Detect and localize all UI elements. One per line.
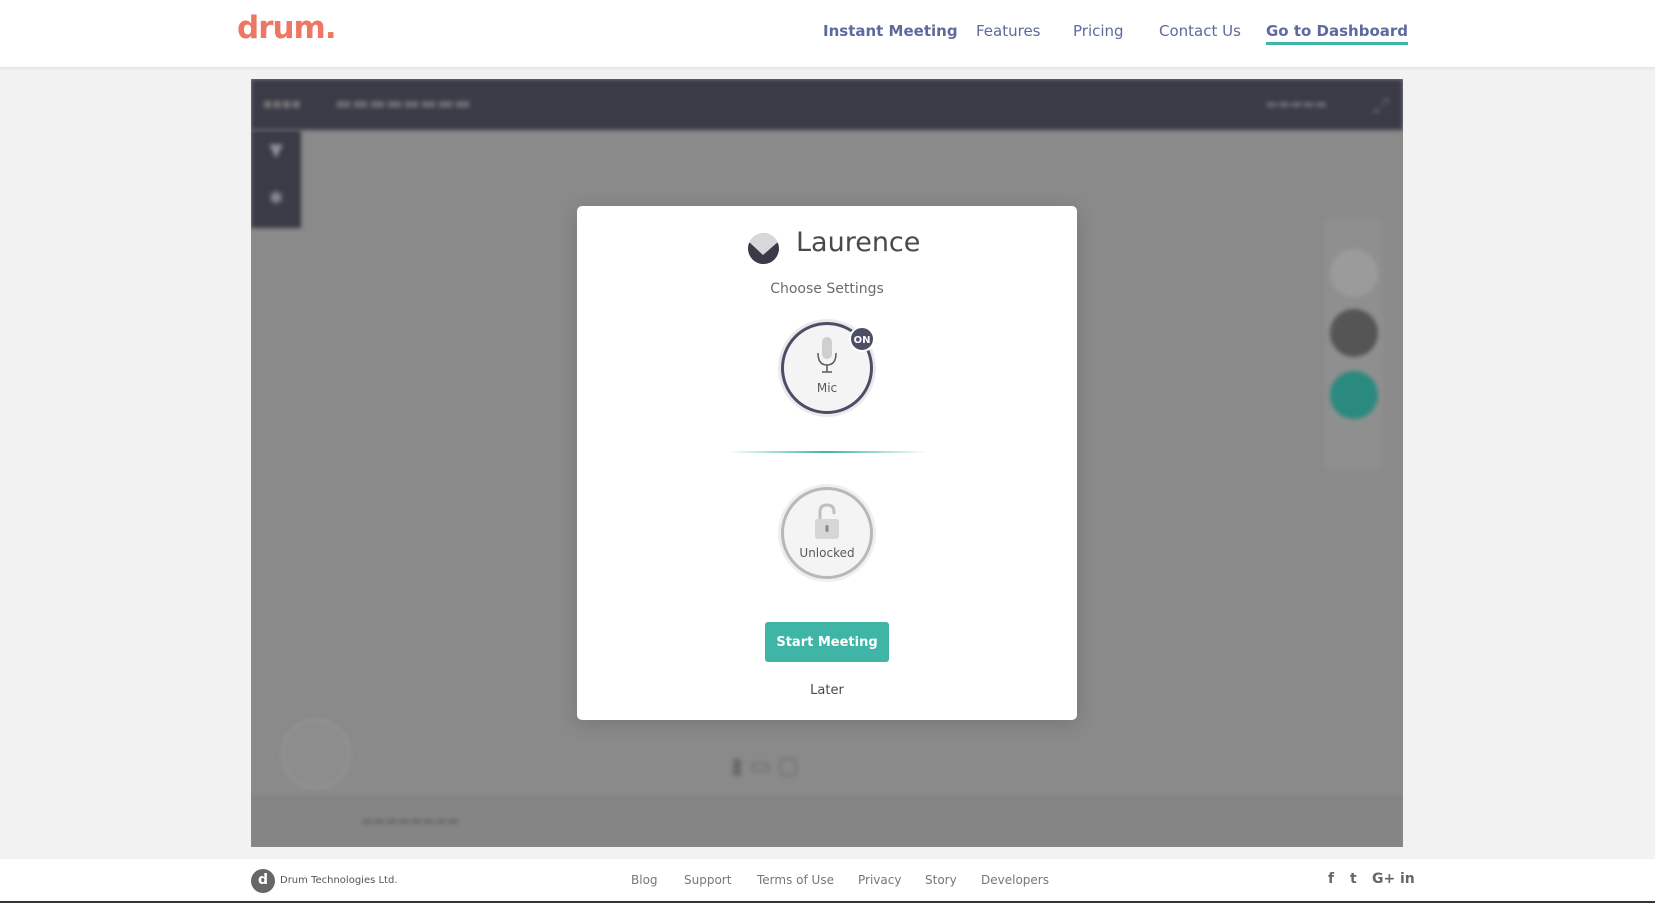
participants-panel <box>1325 219 1383 469</box>
footer-link-story[interactable]: Story <box>925 873 957 887</box>
side-tools-panel: ▼ ✱ <box>251 130 301 228</box>
footer-link-developers[interactable]: Developers <box>981 873 1049 887</box>
footer-link-terms[interactable]: Terms of Use <box>757 873 834 887</box>
meeting-logo-blurred: ▪▪▪▪ <box>263 96 301 112</box>
gear-icon: ✱ <box>268 188 284 209</box>
participant-avatar-dark <box>1330 309 1378 357</box>
footer-link-privacy[interactable]: Privacy <box>858 873 901 887</box>
lock-toggle[interactable]: Unlocked <box>781 487 873 579</box>
mic-on-badge: ON <box>849 326 875 352</box>
user-name: Laurence <box>796 227 921 258</box>
later-link[interactable]: Later <box>577 683 1077 698</box>
footer: d Drum Technologies Ltd. Blog Support Te… <box>0 859 1655 903</box>
nav-features[interactable]: Features <box>976 22 1041 40</box>
chat-bar: ▬▬▬▬▬▬▬▬ <box>251 797 1403 847</box>
chat-input-blurred: ▬▬▬▬▬▬▬▬ <box>361 814 460 829</box>
invite-people-blurred: ▬▬▬▬▬ <box>1265 97 1327 112</box>
participant-avatar-teal <box>1330 371 1378 419</box>
expand-icon: ⤢ <box>1373 93 1389 117</box>
google-plus-icon[interactable]: G+ <box>1372 871 1395 887</box>
meeting-title-blurred: ▬▬▬▬▬▬▬▬ <box>335 93 472 114</box>
twitter-icon[interactable]: t <box>1350 871 1357 887</box>
footer-link-support[interactable]: Support <box>684 873 731 887</box>
microphone-icon <box>817 337 837 373</box>
linkedin-icon[interactable]: in <box>1400 871 1415 887</box>
top-header: drum. Instant Meeting Features Pricing C… <box>0 0 1655 68</box>
mic-toggle[interactable]: Mic ON <box>781 322 875 414</box>
nav-contact-us[interactable]: Contact Us <box>1159 22 1241 40</box>
unlock-icon <box>815 503 839 539</box>
participant-avatar <box>1330 249 1378 297</box>
modal-subtitle: Choose Settings <box>770 281 884 297</box>
bottom-tools: ▮ ▭ ▢ <box>731 754 799 779</box>
trophy-icon: ▼ <box>269 140 283 161</box>
meeting-toolbar: ▪▪▪▪ ▬▬▬▬▬▬▬▬ ▬▬▬▬▬ ⤢ <box>251 79 1403 130</box>
lock-label: Unlocked <box>799 546 855 560</box>
user-row: Laurence <box>577 227 1077 267</box>
divider <box>727 451 927 453</box>
mic-label: Mic <box>816 381 838 395</box>
nav-instant-meeting[interactable]: Instant Meeting <box>823 22 958 40</box>
nav-pricing[interactable]: Pricing <box>1073 22 1124 40</box>
start-meeting-button[interactable]: Start Meeting <box>765 622 889 662</box>
user-avatar <box>748 233 779 264</box>
main-nav: Instant Meeting Features Pricing Contact… <box>0 22 1655 46</box>
footer-link-blog[interactable]: Blog <box>631 873 658 887</box>
meeting-settings-modal: Laurence Choose Settings Mic ON Unlocked… <box>577 206 1077 720</box>
nav-go-to-dashboard[interactable]: Go to Dashboard <box>1266 22 1409 45</box>
facebook-icon[interactable]: f <box>1328 871 1334 887</box>
pen-tool-icon <box>281 719 351 789</box>
